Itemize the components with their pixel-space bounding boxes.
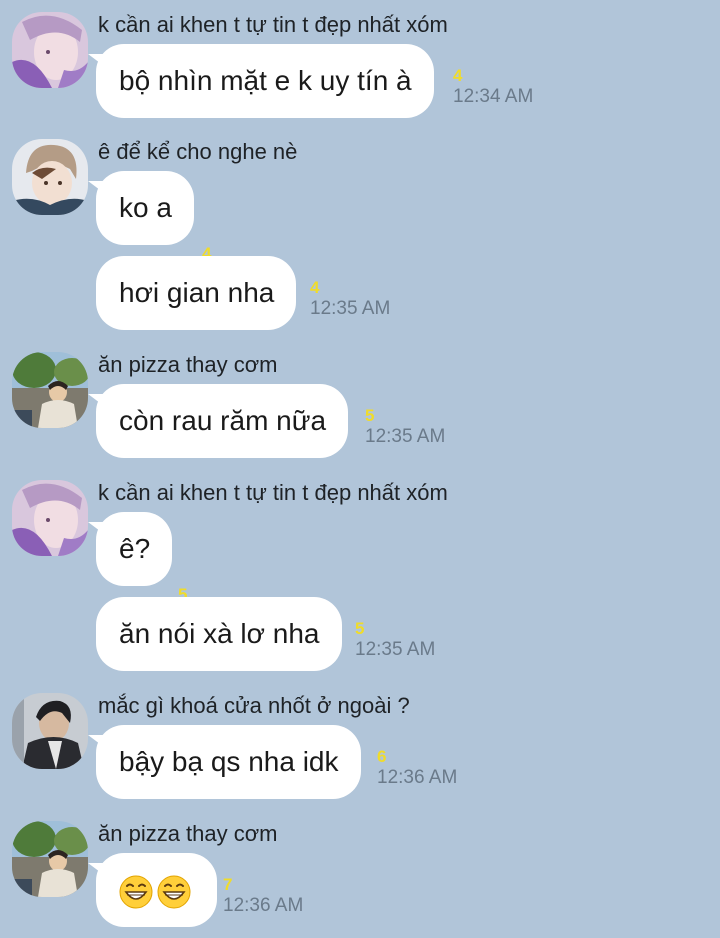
message-meta: 5 12:35 AM xyxy=(355,619,435,661)
sender-name: ăn pizza thay cơm xyxy=(98,352,278,377)
sender-name: k cần ai khen t tự tin t đẹp nhất xóm xyxy=(98,12,448,37)
read-count: 6 xyxy=(377,747,387,766)
message-meta: 7 12:36 AM xyxy=(223,875,303,917)
message-row: 7 12:36 AM xyxy=(88,853,696,927)
read-count: 5 xyxy=(355,619,365,638)
read-count: 5 xyxy=(365,406,375,425)
timestamp: 12:35 AM xyxy=(355,639,436,660)
read-count: 7 xyxy=(223,875,233,894)
message-bubble[interactable]: bộ nhìn mặt e k uy tín à xyxy=(88,44,434,118)
sender-name: ăn pizza thay cơm xyxy=(98,821,278,846)
timestamp: 12:35 AM xyxy=(310,298,391,319)
message-bubble[interactable]: ko a xyxy=(88,171,194,245)
message-row: còn rau răm nữa 5 12:35 AM xyxy=(87,384,696,458)
avatar[interactable] xyxy=(12,693,88,769)
sender-name: k cần ai khen t tự tin t đẹp nhất xóm xyxy=(98,480,448,505)
timestamp: 12:34 AM xyxy=(453,86,534,107)
message-row: ăn nói xà lơ nha 5 12:35 AM xyxy=(96,597,696,671)
message-bubble[interactable]: ăn nói xà lơ nha xyxy=(96,597,342,671)
message-bubble[interactable]: hơi gian nha xyxy=(96,256,297,330)
message-meta: 4 xyxy=(202,193,211,264)
read-count: 4 xyxy=(310,278,320,297)
timestamp: 12:35 AM xyxy=(365,426,446,447)
timestamp: 12:36 AM xyxy=(377,767,458,788)
message-bubble[interactable]: còn rau răm nữa xyxy=(87,384,349,458)
message-bubble[interactable] xyxy=(88,853,217,927)
message-meta: 5 12:35 AM xyxy=(365,406,445,448)
grinning-emoji-icon xyxy=(119,875,153,909)
sender-name: ê để kể cho nghe nè xyxy=(98,139,298,164)
avatar[interactable] xyxy=(12,12,88,88)
message-row: bộ nhìn mặt e k uy tín à 4 12:34 AM xyxy=(88,44,696,118)
sender-name: mắc gì khoá cửa nhốt ở ngoài ? xyxy=(98,693,410,718)
read-count: 4 xyxy=(453,66,463,85)
timestamp: 12:36 AM xyxy=(223,895,304,916)
message-meta: 4 12:34 AM xyxy=(453,66,533,108)
message-meta: 5 xyxy=(178,534,187,605)
message-row: hơi gian nha 4 12:35 AM xyxy=(96,256,696,330)
message-bubble[interactable]: ê? xyxy=(87,512,173,586)
message-bubble[interactable]: bậy bạ qs nha idk xyxy=(88,725,361,799)
grinning-emoji-icon xyxy=(157,875,191,909)
chat-message-list[interactable]: k cần ai khen t tự tin t đẹp nhất xóm bộ… xyxy=(0,0,720,938)
avatar[interactable] xyxy=(12,480,88,556)
message-row: bậy bạ qs nha idk 6 12:36 AM xyxy=(88,725,696,799)
message-meta: 4 12:35 AM xyxy=(310,278,390,320)
avatar[interactable] xyxy=(12,352,88,428)
avatar[interactable] xyxy=(12,821,88,897)
message-row: ê? 5 xyxy=(87,512,696,604)
avatar[interactable] xyxy=(12,139,88,215)
message-row: ko a 4 xyxy=(88,171,696,263)
message-meta: 6 12:36 AM xyxy=(377,747,457,789)
